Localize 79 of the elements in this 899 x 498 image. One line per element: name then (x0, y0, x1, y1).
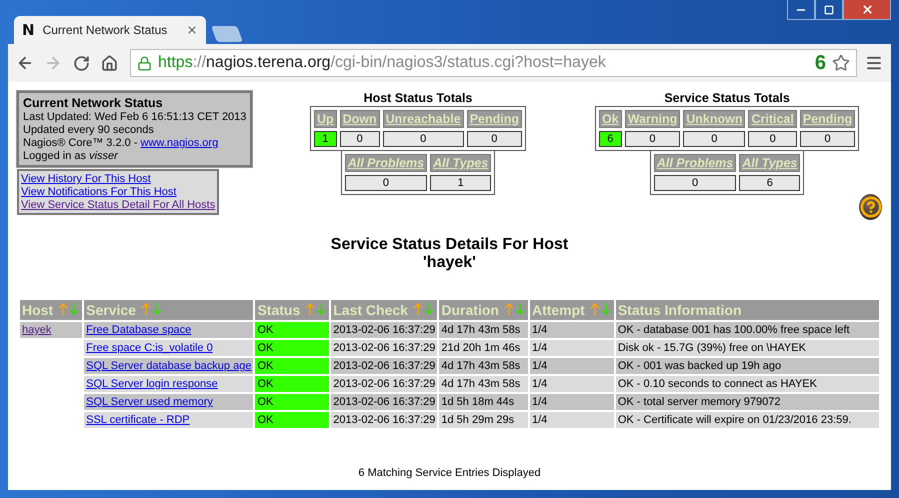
last-check-cell: 2013-02-06 16:37:29 (331, 376, 438, 392)
duration-cell: 4d 17h 43m 58s (439, 376, 528, 392)
close-icon (860, 3, 874, 16)
state-count: 6 (599, 131, 622, 147)
info-line: Updated every 90 seconds (23, 124, 155, 136)
last-check-cell: 2013-02-06 16:37:29 (331, 358, 438, 374)
duration-cell: 1d 5h 18m 44s (439, 394, 528, 410)
last-check-cell: 2013-02-06 16:37:29 (331, 322, 438, 338)
address-bar[interactable]: https://nagios.terena.org/cgi-bin/nagios3/status.cgi?host=hayek 6 (130, 49, 857, 77)
nav-link[interactable]: View Service Status Detail For All Hosts (21, 199, 216, 211)
duration-cell: 4d 17h 43m 58s (439, 322, 528, 338)
host-name-title: 'hayek' (423, 254, 476, 272)
state-count: 0 (748, 131, 797, 147)
column-header: Last Check (331, 300, 438, 320)
totals-title: Service Status Totals (664, 91, 790, 105)
attempt-cell: 1/4 (530, 376, 614, 392)
maximize-icon (824, 4, 834, 14)
state-count: 0 (466, 131, 522, 147)
close-button[interactable] (843, 0, 891, 20)
status-cell: OK (255, 340, 330, 356)
attempt-cell: 1/4 (530, 340, 614, 356)
column-header: Status Information (616, 300, 879, 320)
summary-count: 6 (739, 175, 800, 191)
state-count: 1 (314, 131, 337, 147)
state-count: 0 (800, 131, 856, 147)
attempt-cell: 1/4 (530, 358, 614, 374)
summary-count: 1 (430, 175, 492, 191)
status-info-cell: OK - total server memory 979072 (616, 394, 879, 410)
status-cell: OK (255, 358, 330, 374)
duration-cell: 21d 20h 1m 46s (439, 340, 528, 356)
status-cell: OK (255, 376, 330, 392)
summary-count: 0 (344, 175, 428, 191)
version-line: Nagios® Core™ 3.2.0 - www.nagios.org (23, 137, 220, 149)
column-header: Status (255, 300, 330, 320)
last-check-cell: 2013-02-06 16:37:29 (331, 412, 438, 428)
panel-title: Current Network Status (23, 96, 164, 110)
attempt-cell: 1/4 (530, 394, 614, 410)
service-link[interactable]: SQL Server database backup age (86, 360, 252, 372)
details-title: Service Status Details For Host (330, 236, 568, 254)
browser-tab[interactable]: N Current Network Status (14, 16, 206, 44)
status-info-cell: Disk ok - 15.7G (39%) free on \HAYEK (616, 340, 879, 356)
info-line: Last Updated: Wed Feb 6 16:51:13 CET 2013 (23, 111, 246, 123)
help-icon[interactable] (859, 194, 882, 220)
extension-badge[interactable]: 6 (814, 52, 826, 74)
new-tab-button[interactable] (211, 26, 243, 42)
column-header: Service (84, 300, 254, 320)
state-count: 0 (340, 131, 380, 147)
duration-cell: 4d 17h 43m 58s (439, 358, 528, 374)
column-header: Host (20, 300, 82, 320)
close-icon[interactable] (186, 24, 198, 36)
last-check-cell: 2013-02-06 16:37:29 (331, 394, 438, 410)
logged-in-line: Logged in as visser (23, 150, 120, 162)
favicon: N (22, 21, 35, 39)
status-cell: OK (255, 322, 330, 338)
status-info-cell: OK - Certificate will expire on 01/23/2016 23:59. (616, 412, 879, 428)
tab-title: Current Network Status (42, 23, 168, 37)
status-info-cell: OK - 0.10 seconds to connect as HAYEK (616, 376, 879, 392)
state-count: 0 (624, 131, 680, 147)
star-icon[interactable] (832, 54, 850, 72)
nagios-link[interactable]: www.nagios.org (140, 137, 218, 149)
state-count: 0 (382, 131, 464, 147)
column-header: Attempt (530, 300, 614, 320)
minimize-button[interactable] (787, 0, 815, 20)
entries-count: 6 Matching Service Entries Displayed (358, 467, 541, 479)
nav-link[interactable]: View Notifications For This Host (21, 186, 216, 198)
nav-link[interactable]: View History For This Host (21, 173, 216, 185)
column-header: Duration (439, 300, 528, 320)
status-info-cell: OK - database 001 has 100.00% free space left (616, 322, 879, 338)
summary-count: 0 (654, 175, 736, 191)
totals-title: Host Status Totals (364, 91, 472, 105)
last-check-cell: 2013-02-06 16:37:29 (331, 340, 438, 356)
state-count: 0 (683, 131, 746, 147)
duration-cell: 1d 5h 29m 29s (439, 412, 528, 428)
status-cell: OK (255, 412, 330, 428)
attempt-cell: 1/4 (530, 322, 614, 338)
attempt-cell: 1/4 (530, 412, 614, 428)
status-cell: OK (255, 394, 330, 410)
status-info-cell: OK - 001 was backed up 19h ago (616, 358, 879, 374)
lock-icon (137, 56, 152, 70)
